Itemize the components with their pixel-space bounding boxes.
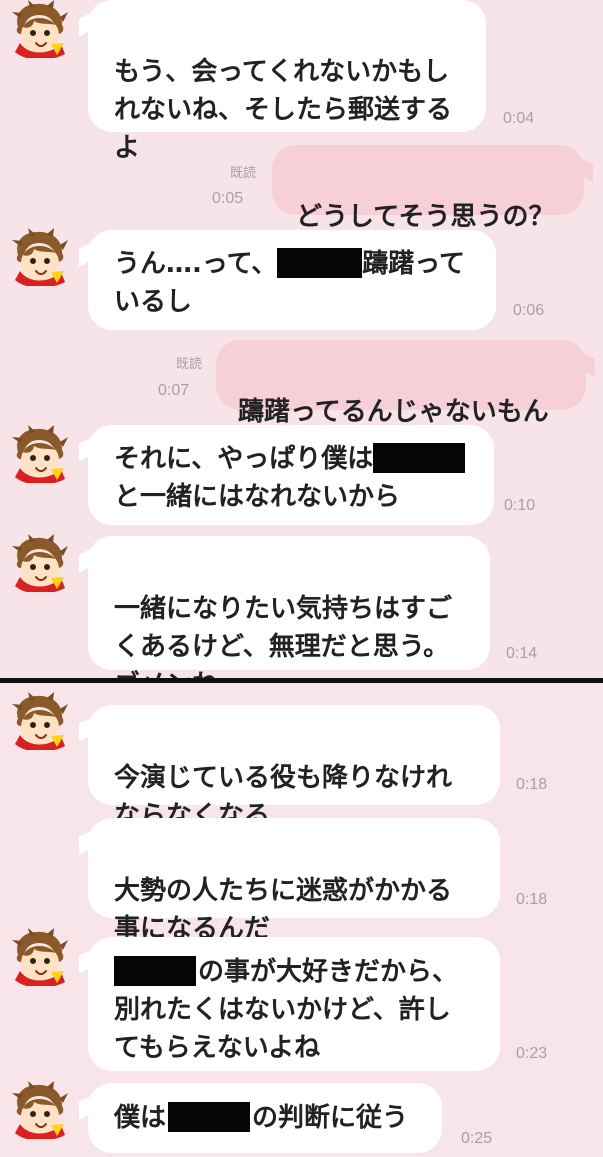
message-line: てもらえないよね	[114, 1033, 321, 1063]
message-text: 一緒になりたい気持ちはすご くあるけど、無理だと思う。 ゴメンね	[114, 594, 453, 678]
incoming-message-bubble[interactable]: 僕は の判断に従う	[88, 1083, 442, 1153]
message-line: それに、やっぱり僕は	[114, 440, 468, 478]
outgoing-message-bubble[interactable]: どうしてそう思うの？	[272, 145, 584, 232]
read-status: 既読	[229, 166, 256, 181]
cartoon-avatar-icon[interactable]	[10, 228, 68, 286]
message-line: と一緒にはなれないから	[114, 482, 401, 512]
incoming-message-bubble[interactable]: もう、会ってくれないかもし れないね、そしたら郵送する よ	[88, 0, 486, 163]
message-time: 0:10	[504, 497, 536, 514]
message-time: 0:18	[516, 776, 548, 793]
redacted-name	[277, 247, 363, 278]
outgoing-message-bubble[interactable]: 躊躇ってるんじゃないもん	[216, 340, 586, 427]
redacted-name	[373, 442, 466, 473]
redacted-name	[168, 1101, 251, 1132]
message-time: 0:04	[503, 110, 535, 127]
chat-screenshot-bottom: 今演じている役も降りなけれ ならなくなる 0:18 大勢の人たちに迷惑がかかる …	[0, 683, 603, 1157]
read-status: 既読	[175, 357, 202, 372]
incoming-message-bubble[interactable]: それに、やっぱり僕は と一緒にはなれないから	[88, 425, 494, 525]
message-text: 大勢の人たちに迷惑がかかる 事になるんだ	[114, 876, 453, 944]
message-line: の事が大好きだから、	[114, 953, 474, 991]
message-line: うん….って、 躊躇って	[114, 247, 465, 279]
incoming-message-bubble[interactable]: の事が大好きだから、 別れたくはないかけど、許し てもらえないよね	[88, 937, 500, 1071]
cartoon-avatar-icon[interactable]	[10, 425, 68, 483]
cartoon-avatar-icon[interactable]	[10, 928, 68, 986]
incoming-message-bubble[interactable]: 大勢の人たちに迷惑がかかる 事になるんだ	[88, 818, 500, 944]
message-line: 僕は の判断に従う	[114, 1101, 409, 1133]
incoming-message-bubble[interactable]: 一緒になりたい気持ちはすご くあるけど、無理だと思う。 ゴメンね	[88, 536, 490, 678]
message-line: いるし	[114, 287, 193, 317]
message-time: 0:25	[461, 1130, 493, 1147]
message-time: 0:23	[516, 1045, 548, 1062]
incoming-message-bubble[interactable]: うん….って、 躊躇って いるし	[88, 230, 496, 330]
read-time: 0:05	[212, 190, 244, 207]
cartoon-avatar-icon[interactable]	[10, 0, 68, 58]
redacted-name	[114, 955, 196, 986]
cartoon-avatar-icon[interactable]	[10, 534, 68, 592]
message-time: 0:18	[516, 891, 548, 908]
cartoon-avatar-icon[interactable]	[10, 692, 68, 750]
message-text: 躊躇ってるんじゃないもん	[238, 397, 549, 427]
read-time: 0:07	[158, 382, 190, 399]
message-time: 0:06	[513, 302, 545, 319]
chat-screenshot-top: もう、会ってくれないかもし れないね、そしたら郵送する よ 0:04 既読 0:…	[0, 0, 603, 678]
message-time: 0:14	[506, 645, 538, 662]
message-text: どうしてそう思うの？	[296, 202, 555, 232]
incoming-message-bubble[interactable]: 今演じている役も降りなけれ ならなくなる	[88, 705, 500, 831]
cartoon-avatar-icon[interactable]	[10, 1081, 68, 1139]
message-line: 別れたくはないかけど、許し	[114, 995, 451, 1025]
